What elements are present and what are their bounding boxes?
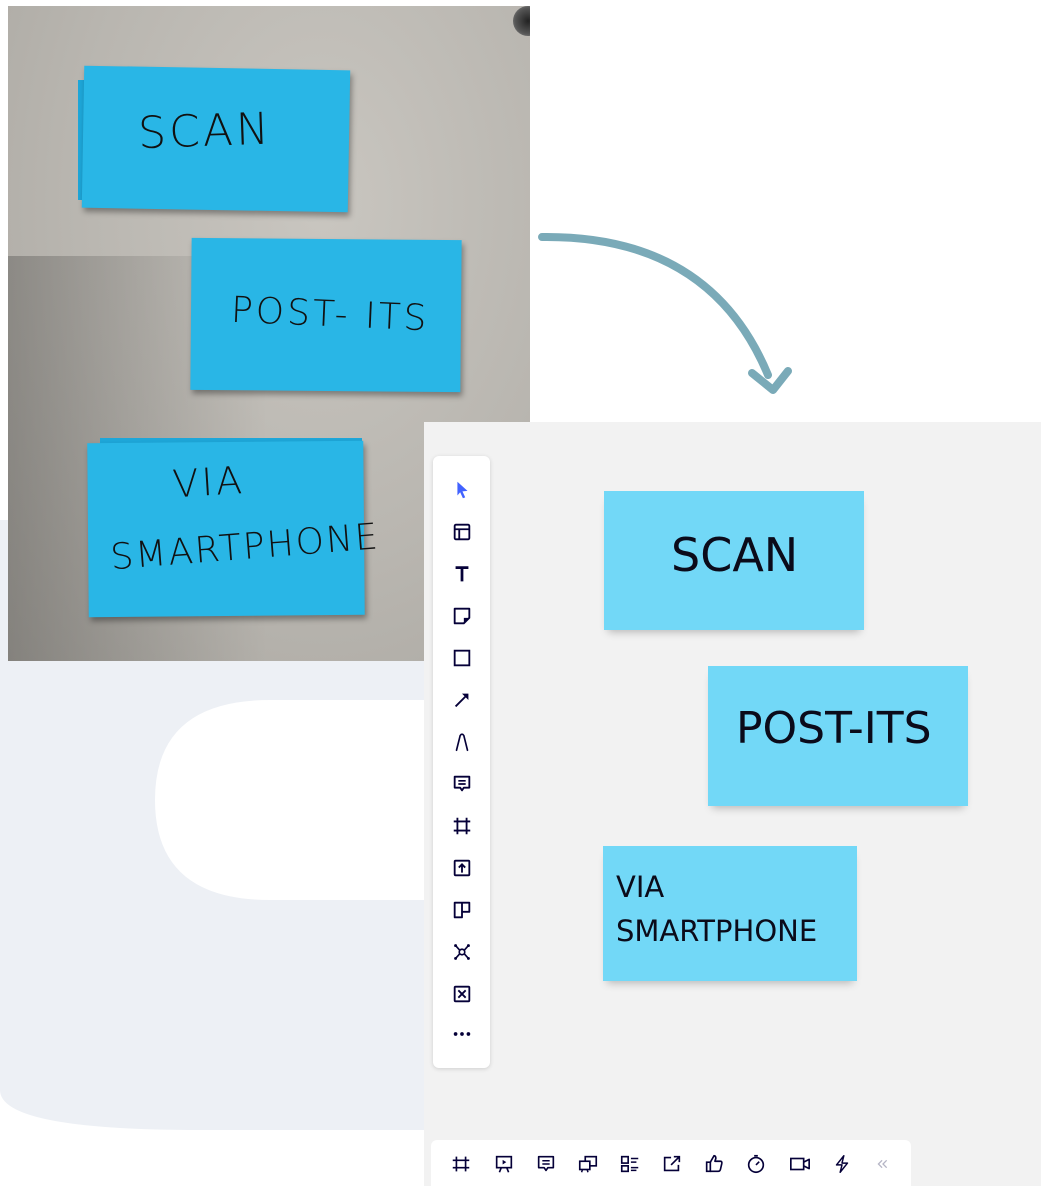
photo-note-postits: POST- ITS: [190, 237, 462, 393]
reactions-icon[interactable]: [702, 1152, 726, 1176]
sticky-note-text: SMARTPHONE: [616, 914, 818, 948]
sticky-note-icon[interactable]: [450, 604, 474, 628]
photo-note-via-smartphone: VIA SMARTPHONE: [87, 440, 381, 618]
frames-icon[interactable]: [449, 1152, 473, 1176]
sticky-note-text: VIA: [616, 870, 665, 904]
sticky-note-text: SCAN: [671, 528, 799, 582]
bottom-toolbar: [431, 1140, 911, 1186]
comments-icon[interactable]: [534, 1152, 558, 1176]
frame-icon[interactable]: [450, 814, 474, 838]
sticky-note-scan[interactable]: SCAN: [604, 491, 864, 630]
text-icon[interactable]: [450, 562, 474, 586]
photo-object: [513, 6, 530, 36]
curved-arrow-icon: [538, 232, 792, 394]
photo-note-label: SMARTPHONE: [108, 516, 382, 579]
left-toolbar: [433, 456, 490, 1068]
connection-line-icon[interactable]: [450, 688, 474, 712]
shape-icon[interactable]: [450, 646, 474, 670]
more-icon[interactable]: [450, 1022, 474, 1046]
share-screen-icon[interactable]: [576, 1152, 600, 1176]
video-call-icon[interactable]: [786, 1152, 814, 1176]
collapse-icon[interactable]: [871, 1152, 895, 1176]
comment-icon[interactable]: [450, 772, 474, 796]
integrations-icon[interactable]: [830, 1152, 854, 1176]
upload-icon[interactable]: [450, 856, 474, 880]
photo-note-label: POST- ITS: [230, 289, 431, 340]
photo-note-label: SCAN: [137, 103, 273, 160]
embed-icon[interactable]: [450, 982, 474, 1006]
cards-list-icon[interactable]: [618, 1152, 642, 1176]
export-icon[interactable]: [660, 1152, 684, 1176]
photo-note-label: VIA: [171, 457, 247, 507]
templates-icon[interactable]: [450, 520, 474, 544]
card-icon[interactable]: [450, 898, 474, 922]
sticky-note-via-smartphone[interactable]: VIA SMARTPHONE: [603, 846, 857, 981]
presentation-icon[interactable]: [492, 1152, 516, 1176]
sticky-note-postits[interactable]: POST-ITS: [708, 666, 968, 806]
pen-icon[interactable]: [450, 730, 474, 754]
timer-icon[interactable]: [744, 1152, 768, 1176]
select-cursor-icon[interactable]: [450, 478, 474, 502]
photo-note-scan: SCAN: [81, 65, 351, 213]
mind-map-icon[interactable]: [450, 940, 474, 964]
sticky-note-text: POST-ITS: [736, 703, 932, 754]
